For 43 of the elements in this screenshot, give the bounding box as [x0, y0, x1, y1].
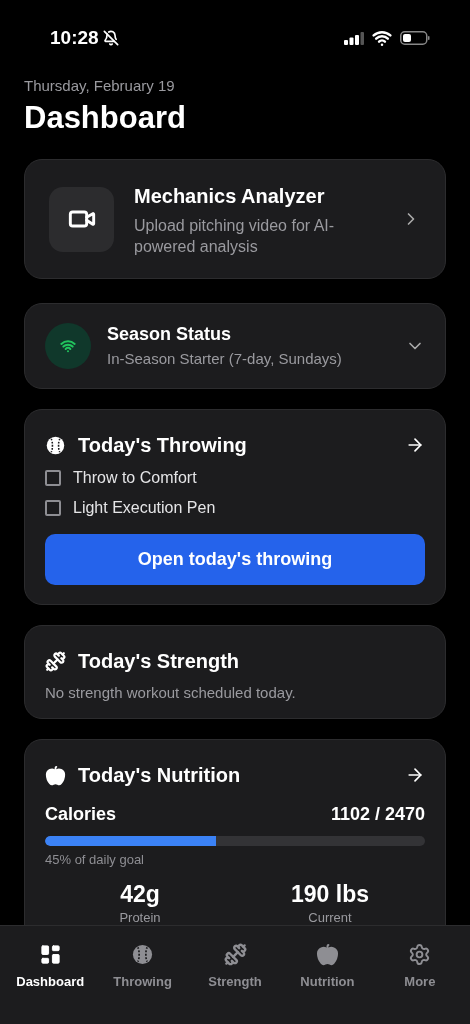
- mechanics-card[interactable]: Mechanics Analyzer Upload pitching video for AI-powered analysis: [24, 159, 446, 279]
- tab-item[interactable]: More: [373, 943, 467, 993]
- tab-item[interactable]: Dashboard: [4, 943, 97, 993]
- checklist-label: Light Execution Pen: [73, 498, 216, 518]
- date-label: Thursday, February 19: [24, 76, 176, 96]
- wifi-icon: [372, 28, 392, 48]
- mechanics-subtitle: Upload pitching video for AI-powered analysis: [134, 216, 336, 257]
- tab-item[interactable]: Nutrition: [281, 943, 374, 993]
- season-subtitle: In-Season Starter (7-day, Sundays): [107, 349, 343, 370]
- bell-off-icon: [102, 30, 119, 46]
- stat-value: 42g: [120, 879, 160, 908]
- checkbox[interactable]: [45, 500, 61, 516]
- open-throwing-button[interactable]: Open today's throwing: [45, 534, 425, 585]
- baseball-icon: [131, 943, 155, 966]
- settings-icon: [408, 943, 432, 966]
- dumbbell-icon: [45, 650, 66, 672]
- stat-label: Protein: [119, 908, 161, 925]
- nutrition-title: Today's Nutrition: [78, 763, 242, 788]
- dumbbell-icon: [223, 943, 247, 966]
- dashboard-icon: [38, 943, 62, 966]
- signal-icon: [344, 31, 364, 45]
- checklist-label: Throw to Comfort: [73, 468, 197, 488]
- season-card[interactable]: Season Status In-Season Starter (7-day, Sundays): [24, 303, 446, 389]
- checkbox[interactable]: [45, 470, 61, 486]
- apple-icon: [45, 764, 66, 786]
- strength-message: No strength workout scheduled today.: [45, 683, 297, 703]
- season-title: Season Status: [107, 323, 233, 347]
- tab-item[interactable]: Strength: [188, 943, 282, 993]
- throwing-title: Today's Throwing: [78, 433, 248, 458]
- goal-text: 45% of daily goal: [45, 851, 145, 869]
- tab-item[interactable]: Throwing: [96, 943, 189, 993]
- calories-value: 1102 / 2470: [330, 803, 425, 826]
- calories-label: Calories: [45, 803, 117, 826]
- baseball-icon: [45, 434, 66, 456]
- wifi-icon: [60, 338, 76, 354]
- apple-icon: [315, 943, 339, 966]
- mechanics-title: Mechanics Analyzer: [134, 184, 326, 209]
- page-title: Dashboard: [24, 100, 187, 136]
- stat-label: Current: [308, 908, 352, 925]
- stat-value: 190 lbs: [291, 879, 369, 908]
- battery-icon: [400, 31, 430, 45]
- strength-title: Today's Strength: [78, 649, 240, 674]
- status-time: 10:28: [50, 25, 99, 50]
